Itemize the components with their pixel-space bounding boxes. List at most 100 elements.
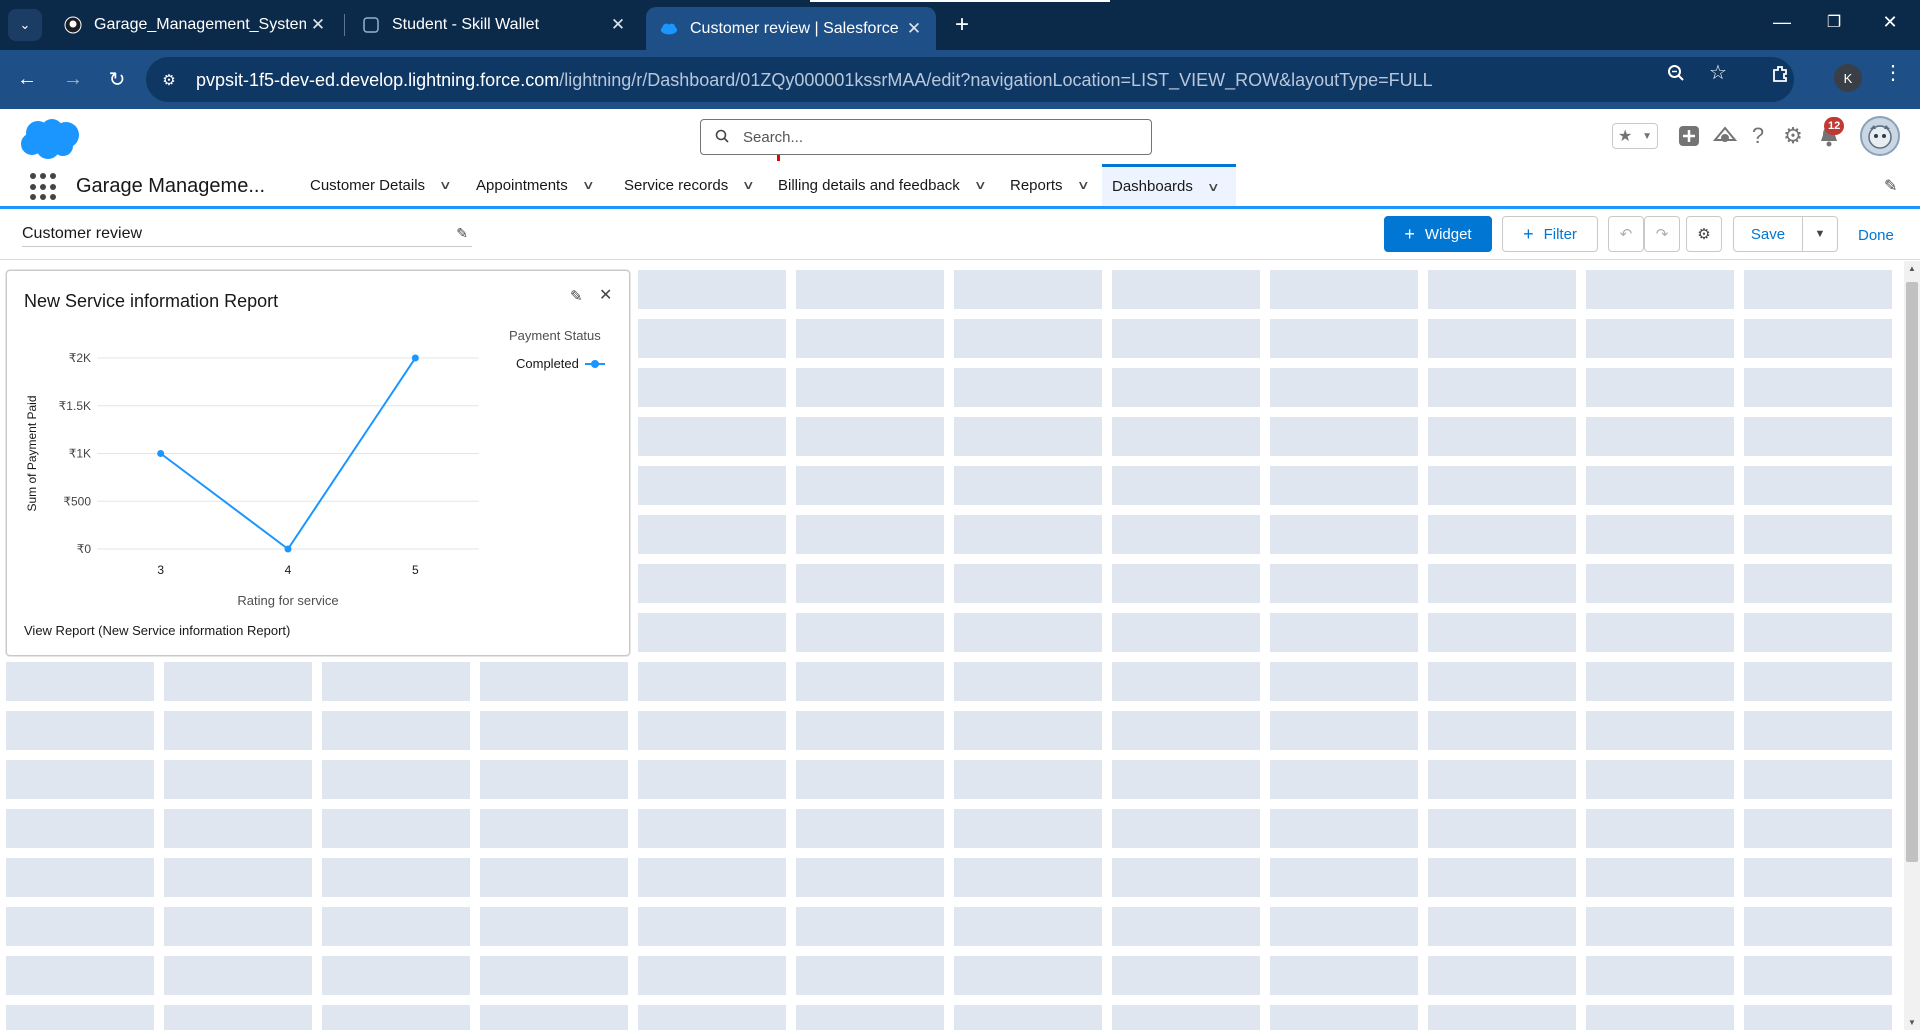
- scroll-down-arrow-icon[interactable]: ▼: [1906, 1018, 1918, 1027]
- grid-placeholder-cell: [954, 613, 1102, 652]
- global-actions-icon[interactable]: [1676, 121, 1702, 151]
- save-options-button[interactable]: ▼: [1802, 216, 1838, 252]
- grid-placeholder-cell: [1586, 662, 1734, 701]
- grid-placeholder-cell: [1428, 858, 1576, 897]
- browser-tab-github[interactable]: Garage_Management_System_S ✕: [50, 7, 340, 43]
- properties-button[interactable]: ⚙: [1686, 216, 1722, 252]
- restore-icon[interactable]: ❐: [1819, 12, 1849, 32]
- grid-placeholder-cell: [322, 907, 470, 946]
- close-tab-icon[interactable]: ✕: [902, 19, 926, 39]
- grid-placeholder-cell: [1112, 466, 1260, 505]
- reload-icon[interactable]: ↻: [102, 64, 132, 94]
- more-menu-icon[interactable]: ⋮: [1880, 60, 1906, 85]
- app-launcher-icon[interactable]: [30, 173, 58, 201]
- grid-placeholder-cell: [796, 809, 944, 848]
- view-report-link[interactable]: View Report (New Service information Rep…: [24, 623, 290, 638]
- chevron-down-icon[interactable]: ∨: [582, 178, 595, 192]
- grid-placeholder-cell: [638, 515, 786, 554]
- grid-placeholder-cell: [1112, 319, 1260, 358]
- browser-tab-salesforce[interactable]: Customer review | Salesforce ✕: [646, 7, 936, 50]
- favorites-button[interactable]: ★ ▼: [1612, 123, 1658, 149]
- bookmark-star-icon[interactable]: ☆: [1705, 60, 1731, 85]
- minimize-icon[interactable]: —: [1767, 12, 1797, 33]
- chevron-down-icon[interactable]: ∨: [1076, 178, 1089, 192]
- add-filter-button[interactable]: + Filter: [1502, 216, 1598, 252]
- grid-placeholder-cell: [638, 564, 786, 603]
- grid-placeholder-cell: [638, 858, 786, 897]
- nav-item-appointments[interactable]: Appointments ∨: [476, 164, 595, 206]
- grid-placeholder-cell: [480, 662, 628, 701]
- grid-placeholder-cell: [1270, 711, 1418, 750]
- nav-item-label: Appointments: [476, 176, 568, 194]
- help-icon[interactable]: ?: [1745, 121, 1771, 151]
- edit-nav-pencil-icon[interactable]: ✎: [1884, 176, 1897, 196]
- grid-placeholder-cell: [1744, 613, 1892, 652]
- grid-placeholder-cell: [638, 711, 786, 750]
- chevron-down-icon[interactable]: ∨: [742, 178, 755, 192]
- back-icon[interactable]: ←: [12, 64, 42, 94]
- nav-item-dashboards[interactable]: Dashboards ∨: [1102, 164, 1236, 206]
- scroll-up-arrow-icon[interactable]: ▲: [1906, 264, 1918, 273]
- pencil-icon[interactable]: ✎: [456, 225, 468, 242]
- legend-entry[interactable]: Completed: [516, 356, 605, 371]
- nav-item-reports[interactable]: Reports ∨: [1010, 164, 1090, 206]
- url-field[interactable]: ⚙ pvpsit-1f5-dev-ed.develop.lightning.fo…: [146, 57, 1794, 102]
- grid-placeholder-cell: [1744, 319, 1892, 358]
- filter-button-label: Filter: [1543, 225, 1577, 243]
- nav-item-billing-details[interactable]: Billing details and feedback ∨: [778, 164, 987, 206]
- undo-button[interactable]: ↶: [1608, 216, 1644, 252]
- tab-search-dropdown-icon[interactable]: ⌄: [8, 9, 42, 41]
- y-tick-label: ₹0: [77, 542, 92, 556]
- profile-avatar[interactable]: K: [1834, 64, 1862, 92]
- grid-placeholder-cell: [1428, 319, 1576, 358]
- browser-tab-skill-wallet[interactable]: Student - Skill Wallet ✕: [348, 7, 640, 43]
- grid-placeholder-cell: [954, 319, 1102, 358]
- grid-placeholder-cell: [1112, 662, 1260, 701]
- user-avatar[interactable]: [1860, 116, 1900, 156]
- grid-placeholder-cell: [1586, 858, 1734, 897]
- grid-placeholder-cell: [638, 319, 786, 358]
- data-point: [284, 545, 292, 553]
- salesforce-cloud-icon: [660, 20, 678, 38]
- legend-label: Completed: [516, 356, 579, 371]
- tab-title: Customer review | Salesforce: [690, 19, 899, 37]
- global-search[interactable]: [700, 119, 1152, 155]
- grid-placeholder-cell: [1586, 270, 1734, 309]
- grid-placeholder-cell: [164, 662, 312, 701]
- grid-placeholder-cell: [1112, 956, 1260, 995]
- salesforce-logo[interactable]: [16, 115, 84, 161]
- site-info-icon[interactable]: ⚙: [158, 69, 180, 91]
- chevron-down-icon[interactable]: ∨: [974, 178, 987, 192]
- chevron-down-icon[interactable]: ∨: [1207, 180, 1220, 194]
- zoom-icon[interactable]: [1663, 64, 1689, 88]
- chart-widget[interactable]: New Service information Report ✎ ✕ ₹0 ₹50…: [6, 270, 630, 656]
- url-text: pvpsit-1f5-dev-ed.develop.lightning.forc…: [196, 70, 1433, 91]
- grid-placeholder-cell: [1744, 466, 1892, 505]
- trailhead-icon[interactable]: [1710, 121, 1740, 151]
- grid-placeholder-cell: [1112, 809, 1260, 848]
- grid-placeholder-cell: [164, 760, 312, 799]
- nav-item-service-records[interactable]: Service records ∨: [624, 164, 755, 206]
- redo-button[interactable]: ↷: [1644, 216, 1680, 252]
- setup-gear-icon[interactable]: ⚙: [1780, 121, 1806, 151]
- scrollbar-thumb[interactable]: [1906, 282, 1918, 862]
- close-tab-icon[interactable]: ✕: [606, 15, 630, 35]
- grid-placeholder-cell: [954, 564, 1102, 603]
- chevron-down-icon[interactable]: ∨: [439, 178, 452, 192]
- dashboard-name-field[interactable]: Customer review ✎: [22, 221, 472, 247]
- add-widget-button[interactable]: + Widget: [1384, 216, 1492, 252]
- search-input[interactable]: [743, 126, 1133, 148]
- save-button[interactable]: Save: [1733, 216, 1803, 252]
- y-axis-title: Sum of Payment Paid: [25, 395, 39, 511]
- close-window-icon[interactable]: ✕: [1875, 12, 1905, 33]
- x-tick-label: 5: [412, 563, 419, 577]
- done-button[interactable]: Done: [1858, 227, 1894, 244]
- grid-placeholder-cell: [1270, 1005, 1418, 1030]
- extensions-icon[interactable]: [1768, 64, 1794, 90]
- grid-placeholder-cell: [1270, 858, 1418, 897]
- new-tab-icon[interactable]: +: [948, 11, 976, 39]
- nav-item-customer-details[interactable]: Customer Details ∨: [310, 164, 452, 206]
- forward-icon[interactable]: →: [58, 64, 88, 94]
- grid-placeholder-cell: [1428, 711, 1576, 750]
- close-tab-icon[interactable]: ✕: [306, 15, 330, 35]
